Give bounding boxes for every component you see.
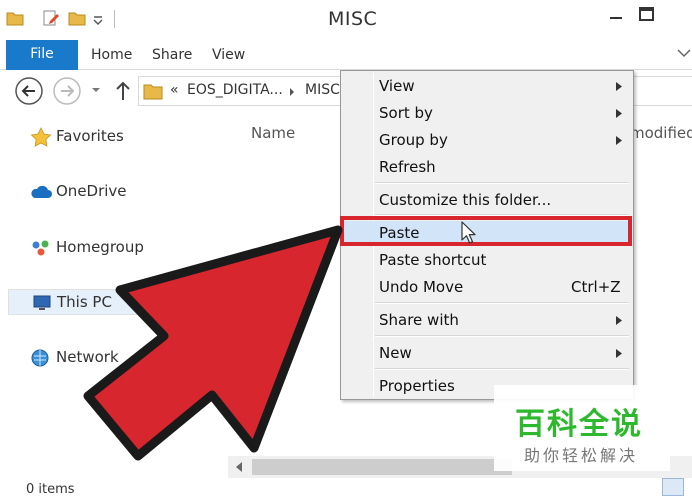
menu-item-refresh[interactable]: Refresh xyxy=(343,155,631,180)
nav-item-label: OneDrive xyxy=(56,182,127,200)
up-arrow-icon[interactable] xyxy=(114,80,132,102)
menu-item-customize-folder[interactable]: Customize this folder... xyxy=(343,188,631,213)
menu-item-view[interactable]: View xyxy=(343,74,631,99)
window-title: MISC xyxy=(328,8,378,30)
submenu-arrow-icon xyxy=(616,82,622,91)
watermark-title: 百科全说 xyxy=(515,407,643,442)
menu-item-label: Customize this folder... xyxy=(379,191,552,209)
ribbon: File Home Share View xyxy=(0,40,692,70)
menu-separator xyxy=(375,182,629,184)
star-icon xyxy=(30,127,52,147)
network-icon xyxy=(31,349,49,367)
menu-item-label: Refresh xyxy=(379,158,436,176)
watermark-subtitle: 助你轻松解决 xyxy=(524,446,639,465)
menu-item-new[interactable]: New xyxy=(343,341,631,366)
nav-item-onedrive[interactable]: OneDrive xyxy=(28,179,228,205)
back-button[interactable] xyxy=(14,76,44,106)
nav-item-label: Favorites xyxy=(56,127,124,145)
menu-item-label: Share with xyxy=(379,311,459,329)
breadcrumb-separator-icon[interactable] xyxy=(289,87,295,97)
paste-highlight-frame xyxy=(340,216,632,246)
maximize-button[interactable] xyxy=(632,2,660,26)
menu-item-share-with[interactable]: Share with xyxy=(343,308,631,333)
details-view-icon[interactable] xyxy=(662,478,684,496)
computer-icon xyxy=(33,295,51,310)
tab-view[interactable]: View xyxy=(212,47,245,63)
submenu-arrow-icon xyxy=(616,349,622,358)
breadcrumb-misc[interactable]: MISC xyxy=(305,82,340,98)
nav-item-favorites[interactable]: Favorites xyxy=(28,124,228,150)
chevron-down-icon[interactable] xyxy=(676,46,692,60)
column-header-name[interactable]: Name xyxy=(251,124,295,142)
menu-item-group-by[interactable]: Group by xyxy=(343,128,631,153)
menu-item-sort-by[interactable]: Sort by xyxy=(343,101,631,126)
title-bar: MISC xyxy=(0,0,692,40)
menu-separator xyxy=(375,368,629,370)
submenu-arrow-icon xyxy=(616,316,622,325)
breadcrumb-overflow[interactable]: « xyxy=(170,82,179,98)
menu-item-label: Sort by xyxy=(379,104,433,122)
forward-button[interactable] xyxy=(52,76,82,106)
folder-icon[interactable] xyxy=(6,9,24,27)
menu-separator xyxy=(375,335,629,337)
homegroup-icon xyxy=(32,240,49,256)
toolbar-divider xyxy=(114,10,115,28)
folder-icon xyxy=(143,84,163,100)
red-arrow-pointer-icon xyxy=(83,225,343,461)
menu-item-undo-move[interactable]: Undo Move Ctrl+Z xyxy=(343,275,631,300)
customize-quick-access-icon[interactable] xyxy=(92,9,104,27)
watermark: 百科全说 助你轻松解决 xyxy=(494,385,670,471)
submenu-arrow-icon xyxy=(616,136,622,145)
menu-item-label: Properties xyxy=(379,377,455,395)
status-item-count: 0 items xyxy=(26,482,75,496)
cloud-icon xyxy=(31,185,52,198)
mouse-pointer-icon xyxy=(461,221,476,244)
properties-icon[interactable] xyxy=(42,9,60,27)
submenu-arrow-icon xyxy=(616,109,622,118)
file-tab[interactable]: File xyxy=(6,40,78,70)
menu-item-label: Paste shortcut xyxy=(379,251,487,269)
menu-item-label: Group by xyxy=(379,131,448,149)
tab-home[interactable]: Home xyxy=(91,47,132,63)
new-folder-icon[interactable] xyxy=(68,9,86,27)
menu-separator xyxy=(375,302,629,304)
tab-share[interactable]: Share xyxy=(152,47,192,63)
menu-item-shortcut: Ctrl+Z xyxy=(571,278,621,296)
menu-item-label: Undo Move xyxy=(379,278,464,296)
breadcrumb-eos-digital[interactable]: EOS_DIGITA... xyxy=(187,82,283,98)
menu-item-paste-shortcut[interactable]: Paste shortcut xyxy=(343,248,631,273)
column-header-date-modified[interactable]: modified xyxy=(630,124,692,142)
menu-item-label: View xyxy=(379,77,415,95)
minimize-button[interactable] xyxy=(606,4,626,24)
recent-locations-chevron-icon[interactable] xyxy=(90,85,102,95)
menu-item-label: New xyxy=(379,344,412,362)
